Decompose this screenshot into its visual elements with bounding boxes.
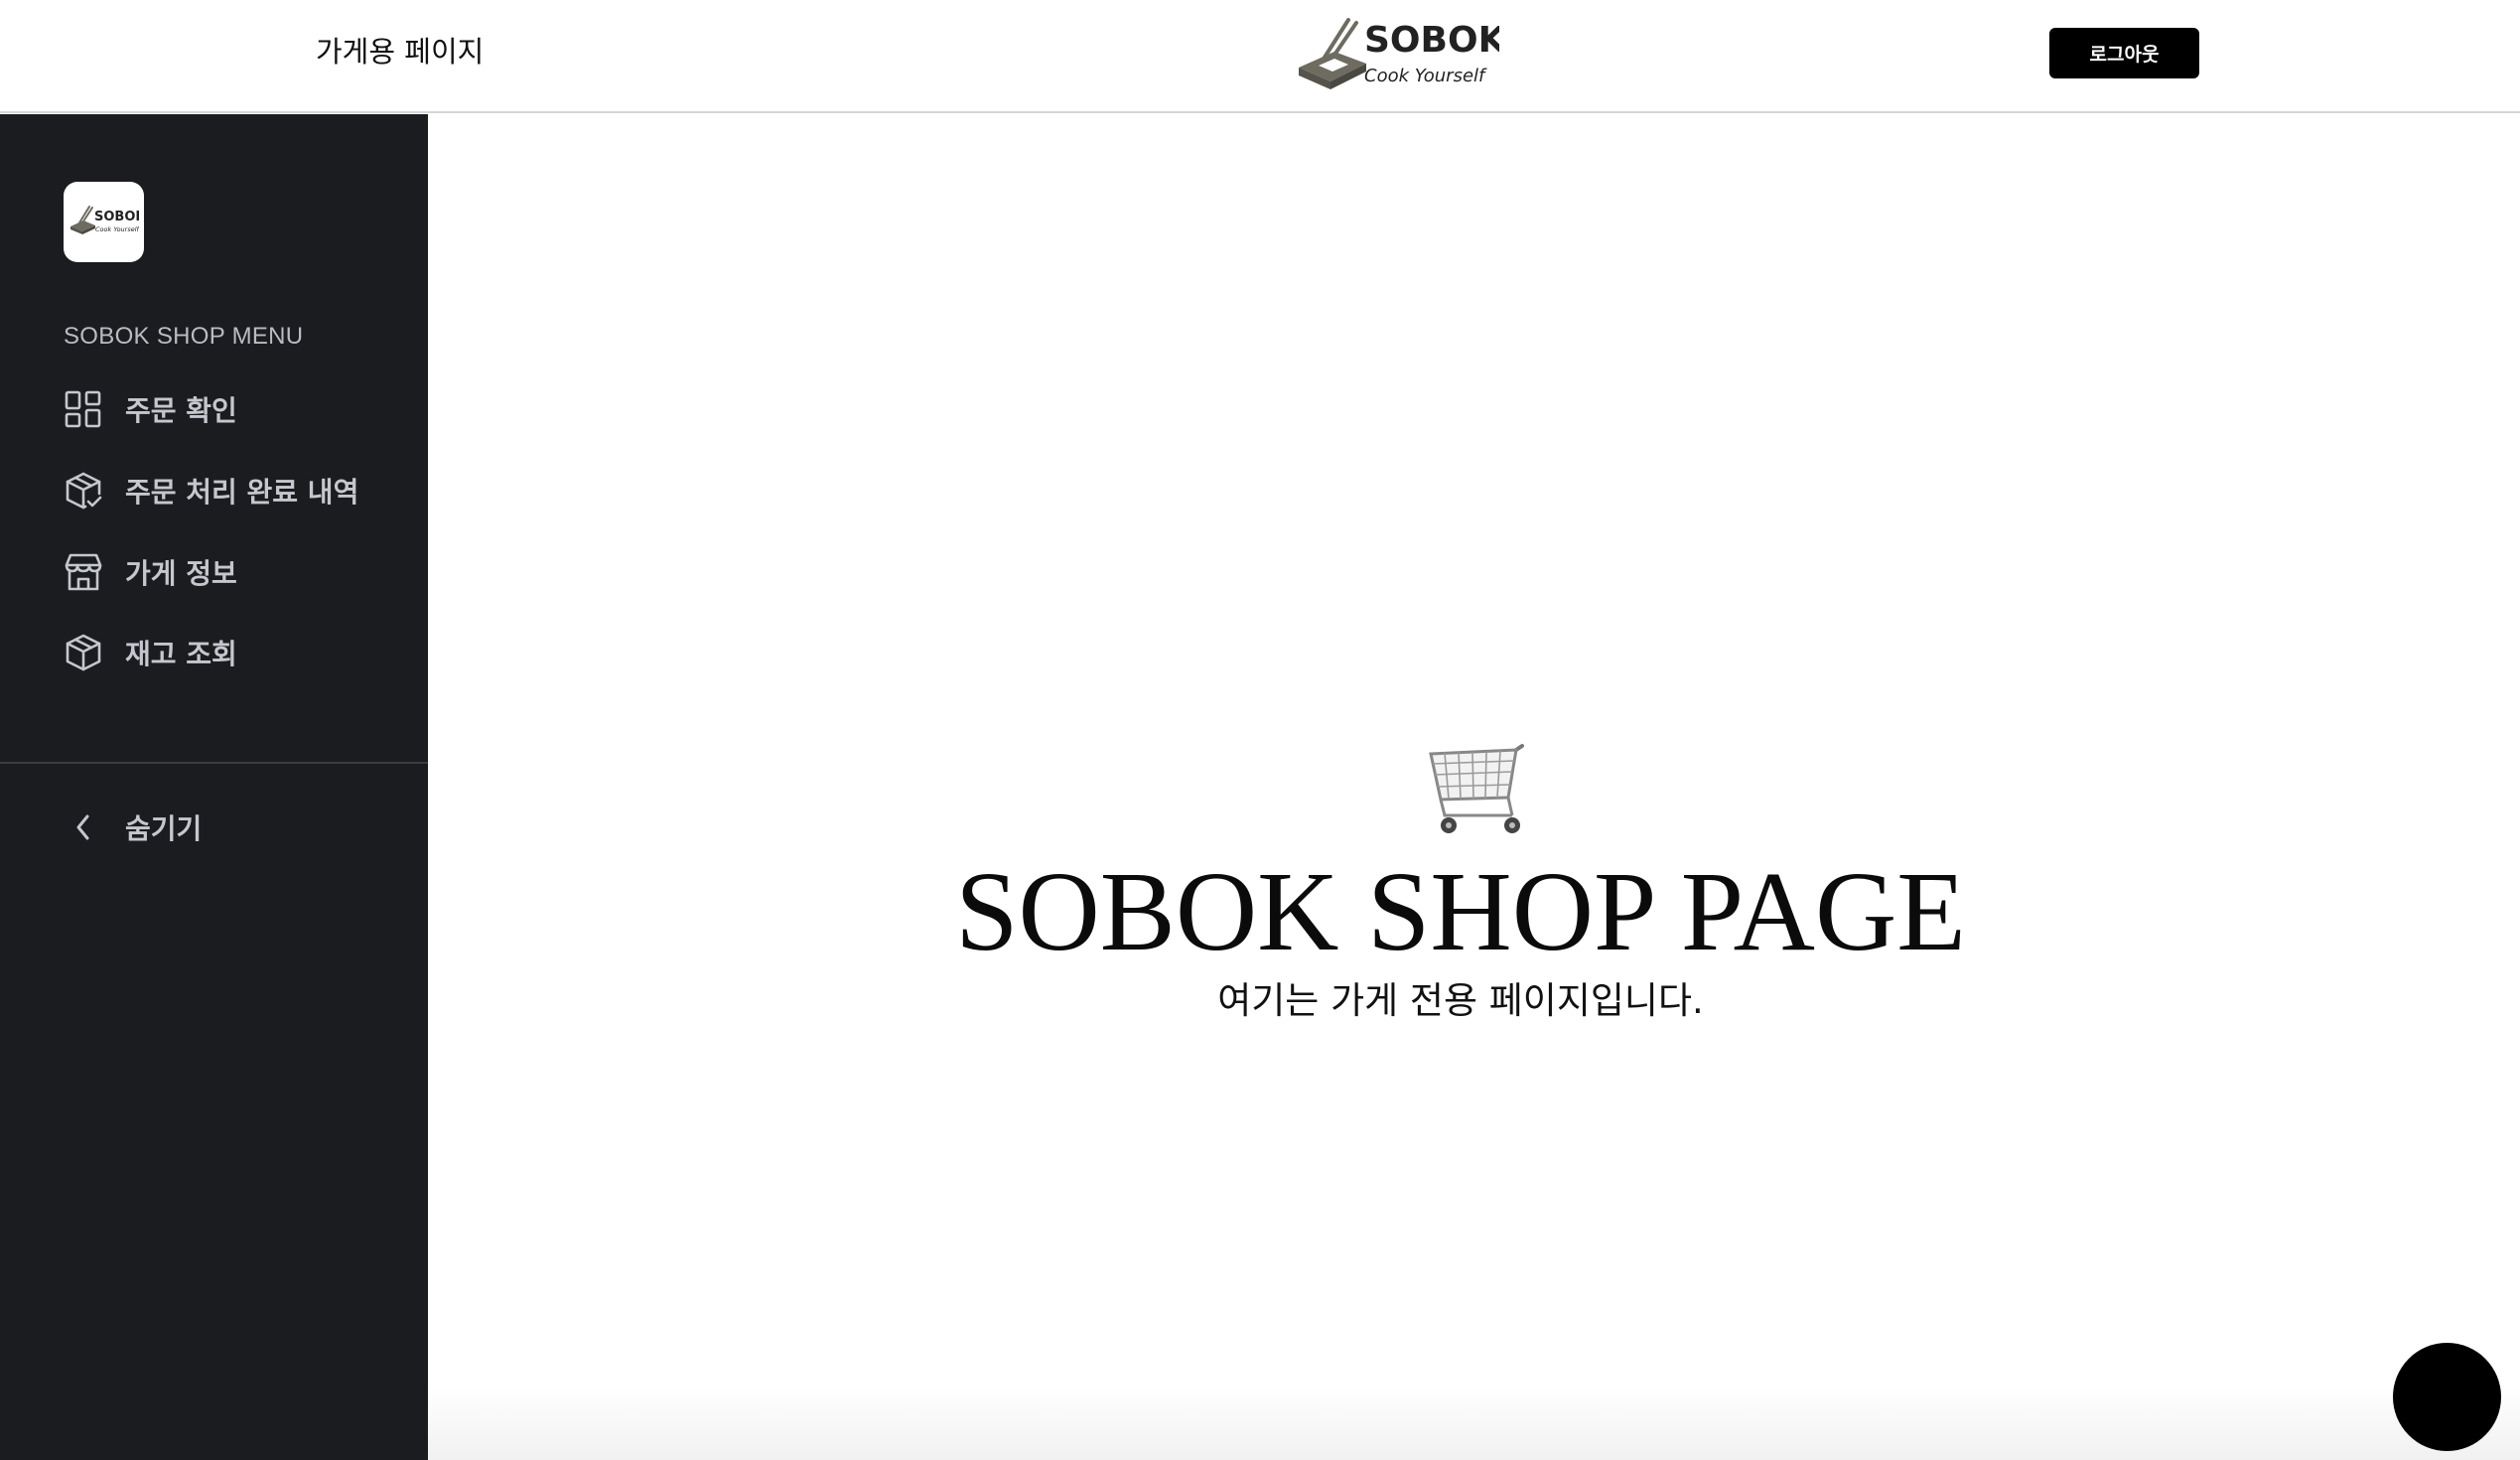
svg-text:SOBOK: SOBOK: [94, 210, 139, 224]
sidebar-item-inventory[interactable]: 재고 조회: [64, 631, 237, 674]
sidebar-item-order-check[interactable]: 주문 확인: [64, 387, 237, 431]
sidebar-collapse-button[interactable]: 숨기기: [64, 805, 202, 849]
box-icon: [64, 633, 103, 672]
sidebar: SOBOK Cook Yourself SOBOK SHOP MENU 주문 확…: [0, 114, 428, 1460]
menu-heading: SOBOK SHOP MENU: [64, 323, 304, 350]
sidebar-item-label: 재고 조회: [125, 638, 237, 670]
grid-icon: [64, 389, 103, 429]
chat-button[interactable]: [2393, 1343, 2501, 1451]
top-header: 가게용 페이지 SOBOK Cook Yourself 로그아웃: [0, 0, 2520, 113]
sidebar-collapse-label: 숨기기: [125, 812, 203, 845]
brand-logo[interactable]: SOBOK Cook Yourself: [1297, 18, 1507, 91]
svg-text:Cook Yourself: Cook Yourself: [95, 225, 139, 233]
shopping-cart-icon: [1425, 740, 1534, 839]
svg-text:Cook Yourself: Cook Yourself: [1364, 66, 1487, 86]
page-title: 가게용 페이지: [316, 35, 485, 69]
sidebar-logo[interactable]: SOBOK Cook Yourself: [64, 182, 144, 262]
svg-text:SOBOK: SOBOK: [1364, 20, 1499, 61]
hero-subtitle: 여기는 가게 전용 페이지입니다.: [1217, 979, 1704, 1022]
box-check-icon: [64, 471, 103, 511]
sidebar-item-label: 주문 처리 완료 내역: [125, 476, 359, 509]
sidebar-item-completed-orders[interactable]: 주문 처리 완료 내역: [64, 469, 358, 512]
sidebar-item-label: 가게 정보: [125, 557, 237, 590]
chevron-left-icon: [64, 807, 103, 847]
sidebar-item-label: 주문 확인: [125, 394, 237, 427]
sobok-logo-icon: SOBOK Cook Yourself: [1299, 18, 1507, 89]
sobok-logo-icon: SOBOK Cook Yourself: [70, 205, 139, 234]
sidebar-divider: [0, 762, 428, 764]
main-content: SOBOK SHOP PAGE 여기는 가게 전용 페이지입니다.: [428, 114, 2520, 1460]
logout-button[interactable]: 로그아웃: [2049, 28, 2199, 78]
sidebar-item-store-info[interactable]: 가게 정보: [64, 550, 237, 594]
store-icon: [64, 552, 103, 592]
hero-title: SOBOK SHOP PAGE: [955, 848, 1966, 974]
